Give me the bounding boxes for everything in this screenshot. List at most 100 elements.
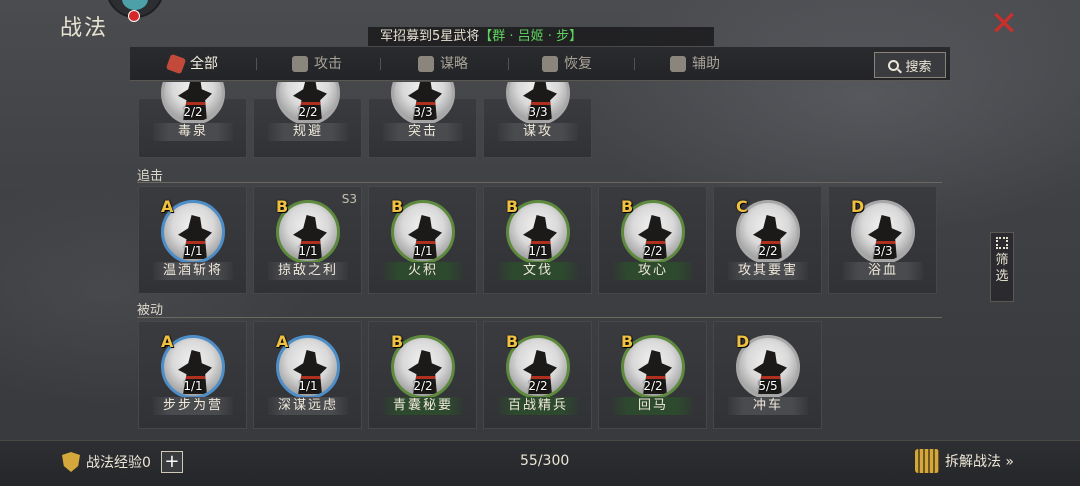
tactic-count: 3/3 [413, 105, 433, 119]
tab-label: 谋略 [440, 56, 468, 72]
tab-strategy[interactable]: 谋略 [418, 47, 468, 81]
page-title: 战法 [60, 16, 109, 41]
tactic-name: 百战精兵 [498, 397, 578, 415]
tactic-name: 掠敌之利 [268, 262, 348, 280]
grade-badge: A [161, 332, 174, 351]
tab-support[interactable]: 辅助 [670, 47, 720, 81]
tactic-name: 火积 [383, 262, 463, 280]
grade-badge: B [506, 332, 519, 351]
filter-button[interactable]: 筛选 [990, 232, 1014, 302]
tactic-card[interactable]: 2/2 规避 [253, 82, 362, 158]
tactic-name: 谋攻 [498, 123, 578, 141]
tactic-card[interactable]: 2/2 毒泉 [138, 82, 247, 158]
grade-badge: B [391, 197, 404, 216]
grade-badge: D [851, 197, 865, 216]
tactic-count: 3/3 [873, 244, 893, 258]
add-exp-button[interactable]: + [160, 451, 183, 473]
tab-divider [256, 58, 257, 70]
dismantle-button[interactable]: 拆解战法 » [914, 449, 1014, 473]
scroll-icon [165, 53, 187, 75]
tactic-card[interactable]: 3/3 突击 [368, 82, 477, 158]
tactic-card[interactable]: C 2/2 攻其要害 [713, 186, 822, 294]
tab-label: 攻击 [314, 56, 342, 72]
pot-icon [542, 56, 558, 72]
marquee-highlight: 【群 · 吕姬 · 步】 [479, 29, 583, 44]
tactic-card[interactable]: 3/3 谋攻 [483, 82, 592, 158]
category-tab-bar: 全部 攻击 谋略 恢复 辅助 搜索 [130, 47, 950, 81]
fan-icon [418, 56, 434, 72]
crossed-swords-icon [292, 56, 308, 72]
tactic-exp: 战法经验0 + [62, 451, 183, 473]
shield-icon [62, 452, 80, 472]
tactic-name: 冲车 [728, 397, 808, 415]
announcement-marquee: 军招募到5星武将【群 · 吕姬 · 步】 [368, 27, 714, 46]
bag-icon [670, 56, 686, 72]
tactic-name: 回马 [613, 397, 693, 415]
tactic-count: 2/2 [413, 379, 433, 393]
tactic-count: 1/1 [528, 244, 548, 258]
tactic-card[interactable]: B 1/1 文伐 [483, 186, 592, 294]
tactic-count: 1/1 [183, 244, 203, 258]
tactic-card[interactable]: A 1/1 温酒斩将 [138, 186, 247, 294]
tactic-card[interactable]: B 2/2 青囊秘要 [368, 321, 477, 429]
grid-icon [996, 237, 1008, 249]
marquee-text: 军招募到5星武将 [380, 29, 480, 44]
tactic-card[interactable]: B 1/1 火积 [368, 186, 477, 294]
tactic-name: 规避 [268, 123, 348, 141]
grade-badge: B [391, 332, 404, 351]
tab-recovery[interactable]: 恢复 [542, 47, 592, 81]
grade-badge: A [161, 197, 174, 216]
tactic-card[interactable]: A 1/1 步步为营 [138, 321, 247, 429]
exp-label: 战法经验0 [86, 455, 151, 471]
tactic-card[interactable]: B 2/2 攻心 [598, 186, 707, 294]
tactic-card[interactable]: B 2/2 回马 [598, 321, 707, 429]
grade-badge: C [736, 197, 748, 216]
tactic-card[interactable]: A 1/1 深谋远虑 [253, 321, 362, 429]
tab-divider [508, 58, 509, 70]
tactic-count: 2/2 [298, 105, 318, 119]
tactic-name: 青囊秘要 [383, 397, 463, 415]
section-label-passive: 被动 [137, 303, 164, 318]
bird-icon [122, 0, 148, 10]
tactic-name: 毒泉 [153, 123, 233, 141]
tab-divider [634, 58, 635, 70]
search-button[interactable]: 搜索 [874, 52, 946, 78]
tactic-count: 3/3 [528, 105, 548, 119]
search-label: 搜索 [905, 59, 932, 75]
tactic-card[interactable]: B S3 1/1 掠敌之利 [253, 186, 362, 294]
tactic-count: 2/2 [643, 244, 663, 258]
tactic-name: 温酒斩将 [153, 262, 233, 280]
tactic-card[interactable]: D 5/5 冲车 [713, 321, 822, 429]
tab-attack[interactable]: 攻击 [292, 47, 342, 81]
scroll-bundle-icon [914, 449, 939, 473]
season-tag: S3 [341, 192, 357, 206]
tactic-count: 2/2 [643, 379, 663, 393]
avatar[interactable] [106, 0, 164, 22]
grade-badge: B [621, 197, 634, 216]
tactic-count-total: 55/300 [520, 453, 570, 469]
tactic-card[interactable]: B 2/2 百战精兵 [483, 321, 592, 429]
tactic-name: 浴血 [843, 262, 923, 280]
tactic-name: 步步为营 [153, 397, 233, 415]
tactic-count: 1/1 [298, 244, 318, 258]
tab-label: 辅助 [692, 56, 720, 72]
filter-label: 筛选 [995, 253, 1009, 284]
grade-badge: B [276, 197, 289, 216]
grade-badge: B [621, 332, 634, 351]
tactic-count: 1/1 [413, 244, 433, 258]
tactic-count: 1/1 [298, 379, 318, 393]
close-icon[interactable]: ✕ [988, 7, 1020, 41]
tactic-name: 攻心 [613, 262, 693, 280]
tactic-count: 1/1 [183, 379, 203, 393]
tactic-name: 深谋远虑 [268, 397, 348, 415]
grade-badge: A [276, 332, 289, 351]
tactic-name: 文伐 [498, 262, 578, 280]
tactic-count: 2/2 [758, 244, 778, 258]
section-divider [137, 317, 942, 318]
tactic-count: 5/5 [758, 379, 778, 393]
tactic-card[interactable]: D 3/3 浴血 [828, 186, 937, 294]
tactics-grid: 2/2 毒泉 2/2 规避 3/3 突击 3/3 谋攻 追击 A 1/1 温酒斩… [137, 82, 942, 438]
tab-all[interactable]: 全部 [165, 47, 218, 81]
search-icon [888, 59, 900, 71]
tab-label: 全部 [190, 56, 218, 72]
